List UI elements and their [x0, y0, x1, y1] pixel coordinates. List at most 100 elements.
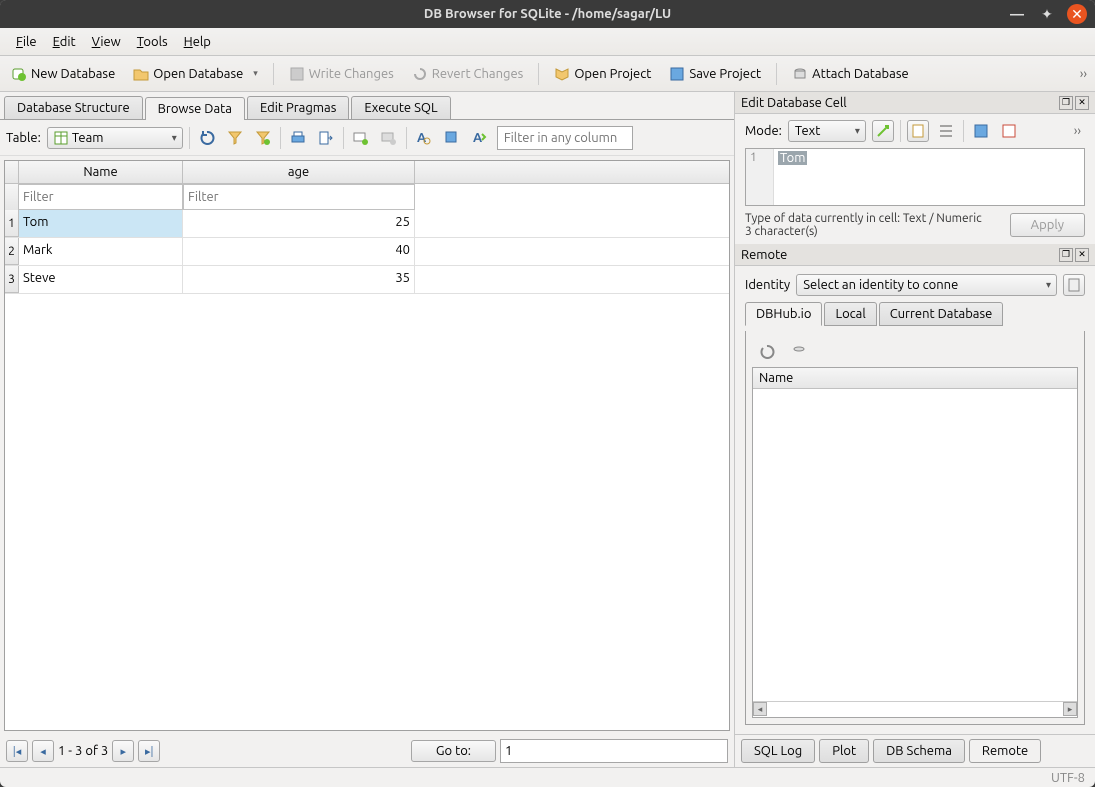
write-changes-button: Write Changes [282, 61, 401, 87]
apply-button[interactable]: Apply [1010, 213, 1085, 237]
format-icon: A [472, 130, 488, 146]
tab-local[interactable]: Local [824, 302, 876, 326]
cell-editor[interactable]: 1 Tom [745, 148, 1085, 206]
export-icon [318, 130, 334, 146]
save-project-button[interactable]: Save Project [662, 61, 768, 87]
print-button[interactable] [287, 127, 309, 149]
column-header[interactable]: Name [19, 161, 183, 183]
remote-list[interactable]: Name ◂ ▸ [752, 367, 1078, 718]
refresh-icon [199, 130, 215, 146]
first-page-button[interactable]: |◂ [6, 740, 28, 762]
magic-icon [875, 123, 891, 139]
column-filter-input[interactable] [183, 184, 415, 210]
last-page-button[interactable]: ▸| [138, 740, 160, 762]
data-grid[interactable]: Name age 1 Tom 25 2 Mark 40 [4, 160, 730, 731]
window-title: DB Browser for SQLite - /home/sagar/LU [424, 7, 671, 21]
table-row[interactable]: 3 Steve 35 [5, 266, 729, 294]
main-toolbar: New Database Open Database ▾ Write Chang… [0, 56, 1095, 92]
menu-view[interactable]: View [84, 32, 129, 52]
menu-tools[interactable]: Tools [129, 32, 176, 52]
close-icon[interactable]: ✕ [1067, 4, 1087, 24]
project-save-icon [669, 66, 685, 82]
menu-help[interactable]: Help [176, 32, 219, 52]
refresh-button[interactable] [196, 127, 218, 149]
null-button[interactable] [998, 120, 1020, 142]
insert-record-button[interactable] [350, 127, 372, 149]
replace-button[interactable] [441, 127, 463, 149]
column-header[interactable]: age [183, 161, 415, 183]
tab-current-database[interactable]: Current Database [879, 302, 1004, 326]
tab-remote[interactable]: Remote [969, 739, 1041, 763]
export-cell-button[interactable] [970, 120, 992, 142]
tab-dbhub[interactable]: DBHub.io [745, 302, 822, 326]
status-bar: UTF-8 [0, 767, 1095, 787]
tab-plot[interactable]: Plot [819, 739, 869, 763]
scroll-right-button[interactable]: ▸ [1063, 702, 1077, 716]
open-project-button[interactable]: Open Project [547, 61, 658, 87]
open-database-button[interactable]: Open Database ▾ [126, 61, 265, 87]
identity-select[interactable]: Select an identity to conne [796, 274, 1057, 296]
tab-sql-log[interactable]: SQL Log [741, 739, 815, 763]
close-panel-icon[interactable]: ✕ [1075, 248, 1089, 262]
indent-button[interactable] [935, 120, 957, 142]
remote-header: Remote ❐ ✕ [735, 244, 1095, 266]
menu-edit[interactable]: Edit [45, 32, 84, 52]
funnel-icon [227, 130, 243, 146]
new-database-button[interactable]: New Database [4, 61, 122, 87]
row-add-icon [353, 130, 369, 146]
tab-db-schema[interactable]: DB Schema [873, 739, 965, 763]
column-header[interactable]: Name [753, 368, 1077, 389]
download-icon [791, 344, 807, 360]
attach-database-button[interactable]: Attach Database [785, 61, 916, 87]
save-cell-icon [973, 123, 989, 139]
type-info: Type of data currently in cell: Text / N… [745, 212, 982, 225]
revert-changes-button: Revert Changes [405, 61, 531, 87]
char-count: 3 character(s) [745, 225, 982, 238]
attach-icon [792, 66, 808, 82]
next-page-button[interactable]: ▸ [112, 740, 134, 762]
toolbar-overflow-button[interactable]: ›› [1076, 67, 1091, 81]
go-to-input[interactable] [500, 739, 728, 763]
tab-execute-sql[interactable]: Execute SQL [351, 96, 450, 119]
scroll-left-button[interactable]: ◂ [753, 702, 767, 716]
import-cell-button[interactable] [907, 120, 929, 142]
prev-page-button[interactable]: ◂ [32, 740, 54, 762]
funnel-plus-icon [255, 130, 271, 146]
tab-edit-pragmas[interactable]: Edit Pragmas [247, 96, 349, 119]
database-new-icon [11, 66, 27, 82]
go-to-button[interactable]: Go to: [411, 740, 496, 762]
find-button[interactable]: A [413, 127, 435, 149]
main-tabs: Database Structure Browse Data Edit Prag… [0, 92, 734, 120]
delete-record-button[interactable] [378, 127, 400, 149]
editcell-overflow-button[interactable]: ›› [1070, 124, 1085, 138]
table-row[interactable]: 1 Tom 25 [5, 210, 729, 238]
project-open-icon [554, 66, 570, 82]
mode-select[interactable]: Text [788, 120, 866, 142]
save-filter-button[interactable] [252, 127, 274, 149]
folder-open-icon [133, 66, 149, 82]
filter-any-column-input[interactable] [497, 126, 633, 150]
menu-file[interactable]: File [8, 32, 45, 52]
tab-database-structure[interactable]: Database Structure [4, 96, 143, 119]
column-filter-input[interactable] [19, 184, 183, 210]
tab-browse-data[interactable]: Browse Data [145, 97, 245, 120]
auto-format-button[interactable] [872, 120, 894, 142]
table-select[interactable]: Team [47, 127, 183, 149]
clear-filters-button[interactable] [224, 127, 246, 149]
indent-icon [938, 123, 954, 139]
identity-settings-button[interactable] [1063, 274, 1085, 296]
undock-icon[interactable]: ❐ [1059, 96, 1073, 110]
page-info: 1 - 3 of 3 [58, 744, 108, 758]
remote-download-button[interactable] [788, 341, 810, 363]
chevron-down-icon[interactable]: ▾ [253, 68, 258, 79]
table-row[interactable]: 2 Mark 40 [5, 238, 729, 266]
export-button[interactable] [315, 127, 337, 149]
minimize-icon[interactable]: — [1007, 4, 1027, 24]
close-panel-icon[interactable]: ✕ [1075, 96, 1089, 110]
undock-icon[interactable]: ❐ [1059, 248, 1073, 262]
maximize-icon[interactable]: ✦ [1037, 4, 1057, 24]
browse-toolbar: Table: Team A A [0, 120, 734, 156]
conditional-format-button[interactable]: A [469, 127, 491, 149]
remote-refresh-button[interactable] [756, 341, 778, 363]
scrollbar[interactable] [767, 702, 1063, 717]
